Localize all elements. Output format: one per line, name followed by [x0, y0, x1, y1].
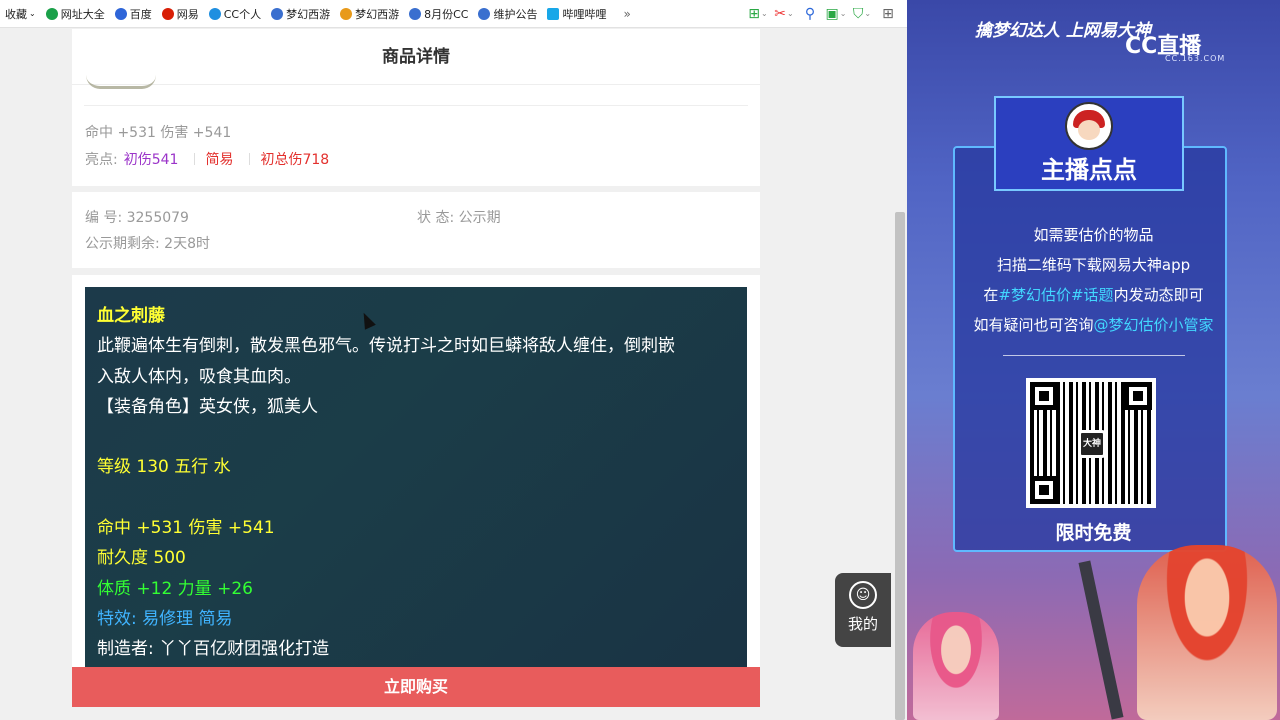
item-info-card: 编 号: 3255079 状 态: 公示期 公示期剩余: 2天8时 — [72, 192, 760, 268]
toolbar: ⊞ ⌄ ✂ ⌄ ⚲ ▣ ⌄ ⛉ ⌄ ⊞ — [745, 4, 907, 24]
game-icon — [340, 7, 353, 20]
panel-text: 如有疑问也可咨询@梦幻估价小管家 — [973, 316, 1214, 334]
topic-tag: #梦幻估价#话题 — [998, 286, 1114, 304]
page-content: 商品详情 命中 +531 伤害 +541 亮点: 初伤541 简易 初总伤718… — [0, 29, 893, 720]
bookmark-item[interactable]: CC个人 — [204, 0, 266, 27]
item-attack: 命中 +531 伤害 +541 — [97, 518, 275, 539]
panel-text: 扫描二维码下载网易大神app — [996, 256, 1191, 274]
baidu-icon — [114, 7, 127, 20]
page-title: 商品详情 — [72, 29, 760, 85]
qr-code: 大神 — [1026, 378, 1156, 508]
highlights: 亮点: 初伤541 简易 初总伤718 — [85, 149, 335, 169]
scissors-icon[interactable]: ✂ ⌄ — [771, 4, 797, 24]
user-icon: ☺ — [849, 581, 877, 609]
avatar — [1065, 102, 1113, 150]
cc-icon — [208, 7, 221, 20]
qr-logo: 大神 — [1078, 430, 1106, 458]
panel-title: 主播点点 — [1041, 156, 1137, 184]
my-account-button[interactable]: ☺ 我的 — [835, 573, 891, 647]
divider — [1003, 355, 1185, 356]
item-lore: 入敌人体内，吸食其血肉。 — [97, 366, 301, 387]
item-maker: 制造者: 丫丫百亿财团强化打造 — [97, 639, 330, 660]
shield-icon[interactable]: ⛉ ⌄ — [849, 4, 875, 24]
mention-tag: @梦幻估价小管家 — [1093, 316, 1214, 334]
site-icon — [45, 7, 58, 20]
character-illustration — [913, 612, 999, 720]
notice-icon — [478, 7, 491, 20]
netease-icon — [161, 7, 174, 20]
search-icon[interactable]: ⚲ — [797, 4, 823, 24]
translate-icon[interactable]: ⊞ ⌄ — [745, 4, 771, 24]
bilibili-icon — [547, 7, 560, 20]
free-label: 限时免费 — [1055, 522, 1132, 544]
bookmark-item[interactable]: 网址大全 — [41, 0, 110, 27]
item-id: 编 号: 3255079 — [85, 210, 189, 226]
buy-button[interactable]: 立即购买 — [72, 667, 760, 707]
bookmark-item[interactable]: 网易 — [157, 0, 204, 27]
item-stats: 命中 +531 伤害 +541 — [85, 125, 232, 141]
character-illustration — [1137, 545, 1277, 720]
bookmark-item[interactable]: 百度 — [110, 0, 157, 27]
bookmark-item[interactable]: 维护公告 — [473, 0, 542, 27]
highlight-tag: 初伤541 — [123, 152, 179, 168]
item-description: 血之刺藤 此鞭遍体生有倒刺，散发黑色邪气。传说打斗之时如巨蟒将敌人缠住，倒刺嵌 … — [85, 287, 747, 676]
item-description-card: 血之刺藤 此鞭遍体生有倒刺，散发黑色邪气。传说打斗之时如巨蟒将敌人缠住，倒刺嵌 … — [72, 275, 760, 690]
item-durability: 耐久度 500 — [97, 548, 186, 569]
item-status: 状 态: 公示期 — [417, 210, 501, 226]
bookmarks-bar: 收藏 ⌄ 网址大全 百度 网易 CC个人 梦幻西游 梦幻西游 8月份CC 维护公告… — [0, 0, 907, 28]
panel-text: 如需要估价的物品 — [1033, 226, 1154, 244]
my-account-label: 我的 — [847, 615, 878, 633]
highlight-tag: 初总伤718 — [260, 152, 330, 168]
cc-icon — [409, 7, 422, 20]
product-header-card: 商品详情 命中 +531 伤害 +541 亮点: 初伤541 简易 初总伤718 — [72, 29, 760, 186]
bookmark-item[interactable]: 收藏 ⌄ — [0, 0, 41, 27]
remaining-time: 公示期剩余: 2天8时 — [85, 236, 210, 252]
divider — [84, 105, 748, 106]
bookmark-item[interactable]: 8月份CC — [404, 0, 473, 27]
bookmark-item[interactable]: 梦幻西游 — [266, 0, 335, 27]
game-controller-icon[interactable]: ▣ ⌄ — [823, 4, 849, 24]
bookmark-item[interactable]: 梦幻西游 — [335, 0, 404, 27]
character-staff — [1078, 560, 1124, 720]
divider — [249, 153, 251, 165]
panel-text: 在#梦幻估价#话题内发动态即可 — [983, 286, 1204, 304]
highlight-tag: 简易 — [205, 152, 234, 168]
cc-logo-url: CC.163.COM — [1165, 54, 1226, 63]
bookmarks-more-button[interactable]: » — [611, 7, 642, 21]
item-effects: 特效: 易修理 简易 — [97, 608, 233, 629]
item-thumbnail — [86, 75, 156, 89]
game-icon — [271, 7, 284, 20]
panel-header: 主播点点 — [994, 96, 1184, 191]
item-roles: 【装备角色】英女侠，狐美人 — [97, 396, 318, 417]
highlights-label: 亮点: — [85, 152, 118, 168]
item-lore: 此鞭遍体生有倒刺，散发黑色邪气。传说打斗之时如巨蟒将敌人缠住，倒刺嵌 — [97, 336, 675, 357]
item-attributes: 体质 +12 力量 +26 — [97, 578, 253, 599]
bookmark-item[interactable]: 哔哩哔哩 — [542, 0, 611, 27]
stream-overlay: 擒梦幻达人 上网易大神 CC直播 CC.163.COM 主播点点 如需要估价的物… — [907, 0, 1280, 720]
scrollbar-thumb[interactable] — [895, 212, 905, 720]
divider — [194, 153, 196, 165]
apps-grid-icon[interactable]: ⊞ — [875, 4, 901, 24]
item-name: 血之刺藤 — [97, 306, 165, 326]
item-level: 等级 130 五行 水 — [97, 457, 231, 478]
chevron-down-icon: ⌄ — [29, 9, 36, 18]
